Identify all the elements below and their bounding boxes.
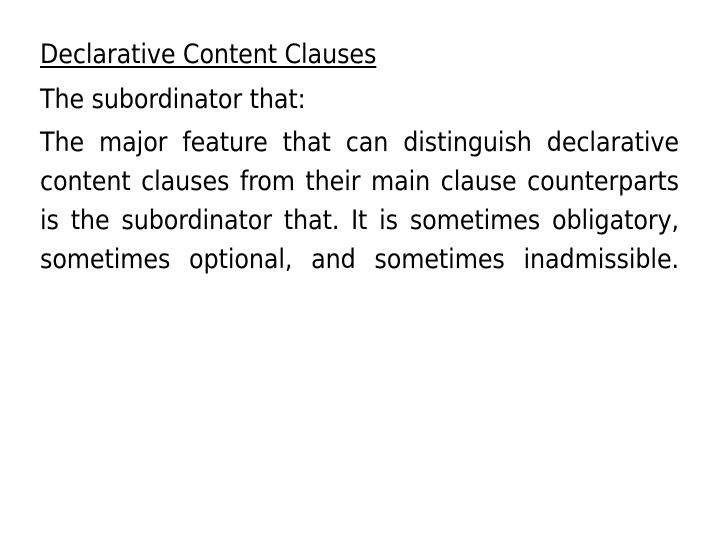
slide-canvas: Declarative Content Clauses The subordin… (0, 0, 720, 540)
page-title-text: Declarative Content Clauses (40, 39, 377, 70)
body-paragraph: The major feature that can distinguish d… (40, 127, 679, 275)
slide-content-block: Declarative Content Clauses The subordin… (40, 33, 679, 318)
section-subheading: The subordinator that: (40, 84, 306, 115)
page-title: Declarative Content Clauses (40, 33, 679, 77)
